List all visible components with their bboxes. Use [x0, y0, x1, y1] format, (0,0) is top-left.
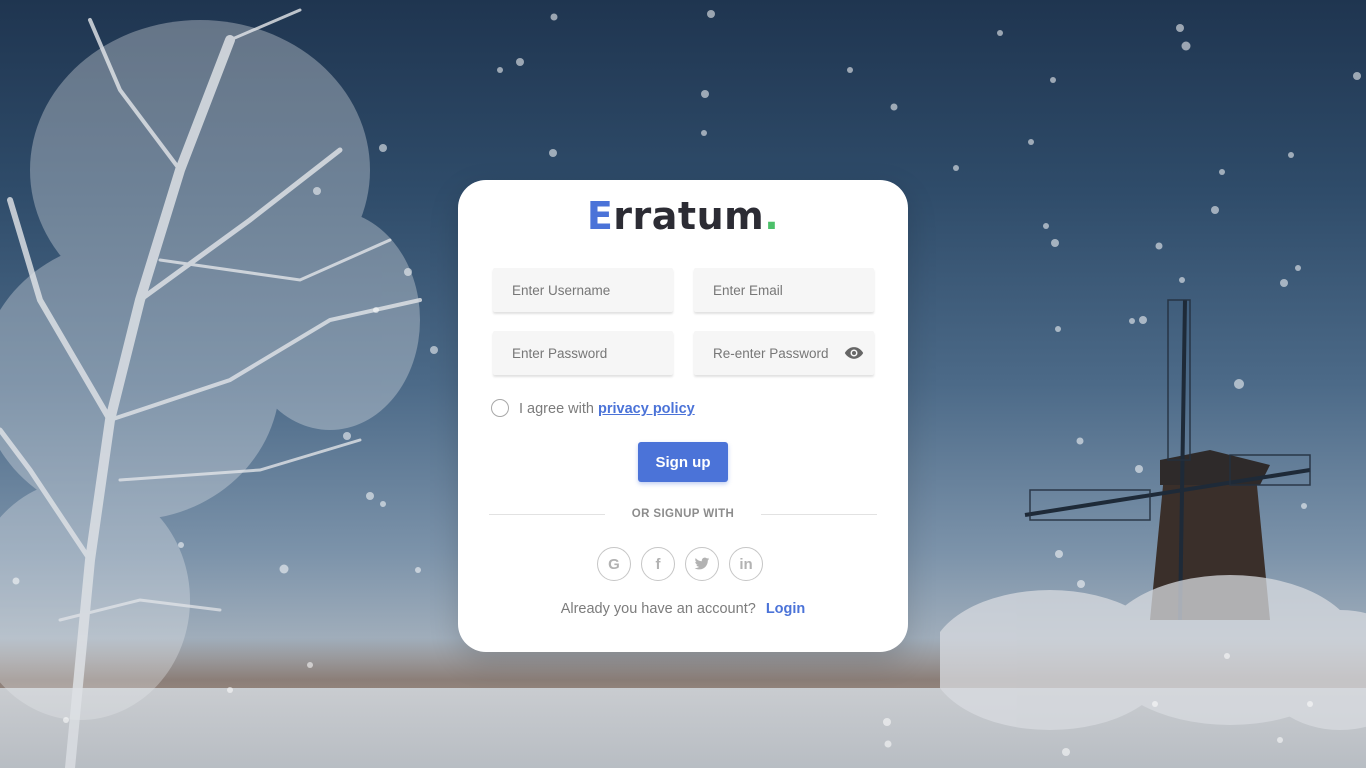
agree-label: I agree with — [519, 401, 594, 417]
brand-logo: Erratum. — [458, 194, 908, 238]
password-field-wrapper — [493, 331, 673, 375]
twitter-bird — [694, 557, 710, 570]
privacy-policy-link[interactable]: privacy policy — [598, 401, 695, 417]
facebook-letter: f — [655, 555, 661, 573]
login-link[interactable]: Login — [766, 601, 805, 617]
username-field-wrapper — [493, 268, 673, 312]
google-icon[interactable]: G — [597, 547, 631, 581]
divider-line-right — [761, 514, 877, 515]
signup-button[interactable]: Sign up — [638, 442, 728, 482]
linkedin-icon[interactable]: in — [729, 547, 763, 581]
frosted-bushes — [940, 575, 1366, 730]
brand-dot: . — [764, 194, 780, 238]
social-buttons: G f in — [597, 547, 769, 583]
email-input[interactable] — [694, 268, 874, 312]
agree-text: I agree with privacy policy — [519, 401, 695, 417]
email-field-wrapper — [694, 268, 874, 312]
twitter-icon[interactable] — [685, 547, 719, 581]
login-prompt: Already you have an account? Login — [458, 601, 908, 617]
google-letter: G — [608, 555, 620, 573]
linkedin-letters: in — [739, 555, 753, 573]
password-input[interactable] — [493, 331, 673, 375]
repassword-field-wrapper — [694, 331, 874, 375]
facebook-icon[interactable]: f — [641, 547, 675, 581]
agree-radio[interactable] — [491, 399, 509, 417]
frosted-tree — [0, 8, 422, 768]
brand-initial: E — [586, 194, 614, 238]
username-input[interactable] — [493, 268, 673, 312]
login-prompt-text: Already you have an account? — [560, 601, 756, 617]
signup-card: Erratum. I agree with privacy policy Sig… — [458, 180, 908, 652]
eye-icon[interactable] — [844, 345, 864, 361]
brand-name: rratum — [613, 194, 765, 238]
